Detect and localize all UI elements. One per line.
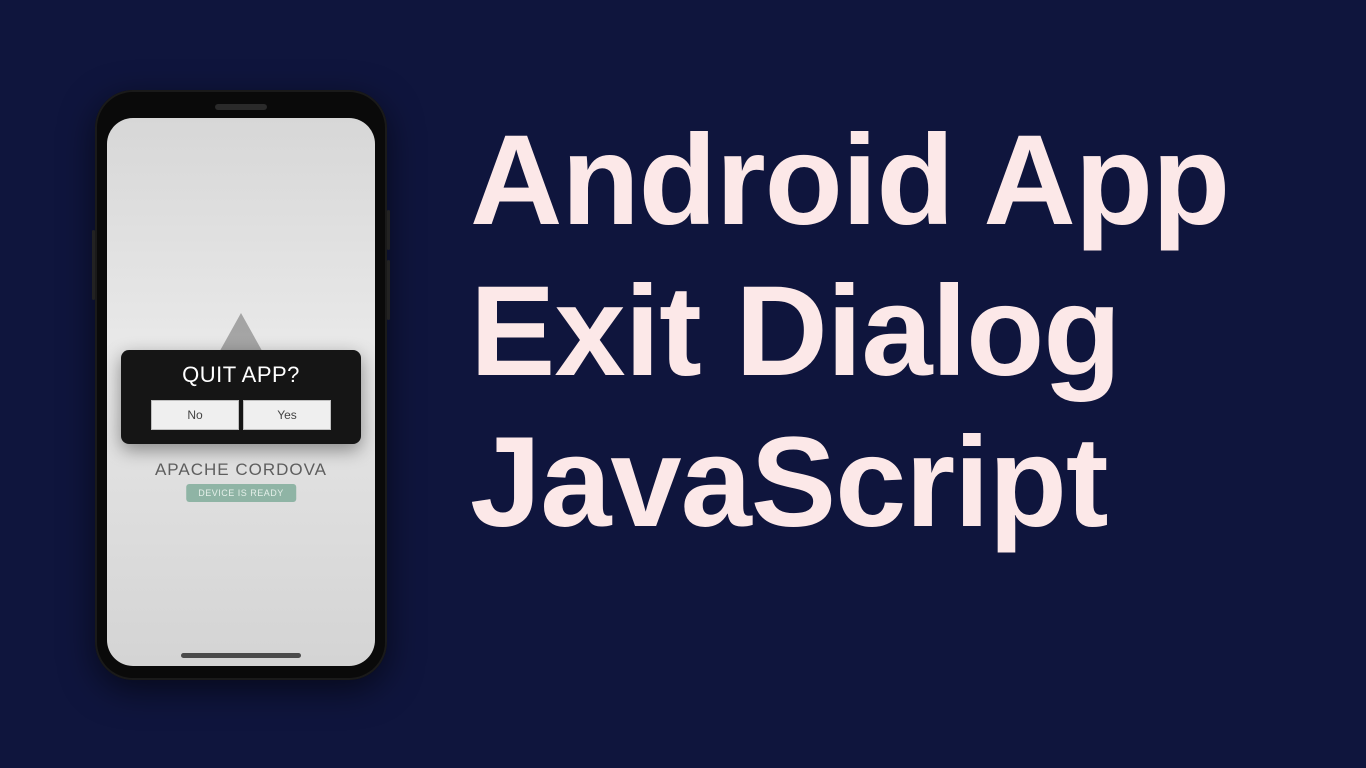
- phone-frame: QUIT APP? No Yes APACHE CORDOVA DEVICE I…: [95, 90, 387, 680]
- phone-speaker: [215, 104, 267, 110]
- phone-side-button: [387, 260, 390, 320]
- dialog-title: QUIT APP?: [135, 362, 347, 388]
- yes-button[interactable]: Yes: [243, 400, 331, 430]
- exit-dialog: QUIT APP? No Yes: [121, 350, 361, 444]
- phone-side-button: [387, 210, 390, 250]
- headline-block: Android App Exit Dialog JavaScript: [470, 105, 1229, 558]
- headline-line-1: Android App: [470, 105, 1229, 256]
- dialog-button-row: No Yes: [135, 400, 347, 430]
- framework-label: APACHE CORDOVA: [107, 460, 375, 480]
- no-button[interactable]: No: [151, 400, 239, 430]
- status-badge: DEVICE IS READY: [186, 484, 296, 502]
- phone-side-button: [92, 230, 95, 300]
- android-nav-pill: [181, 653, 301, 658]
- headline-line-3: JavaScript: [470, 407, 1229, 558]
- phone-screen: QUIT APP? No Yes APACHE CORDOVA DEVICE I…: [107, 118, 375, 666]
- headline-line-2: Exit Dialog: [470, 256, 1229, 407]
